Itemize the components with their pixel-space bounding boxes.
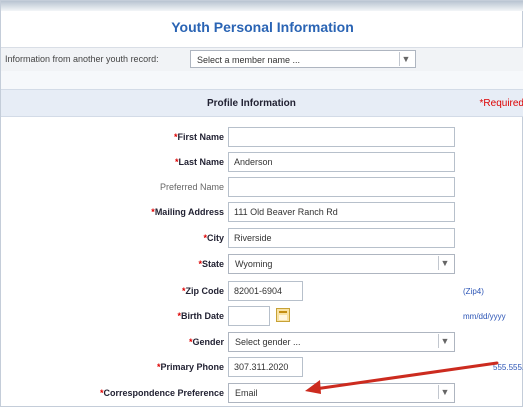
last-name-label: *Last Name bbox=[174, 157, 224, 167]
city-input[interactable]: Riverside bbox=[228, 228, 455, 248]
last-name-input[interactable]: Anderson bbox=[228, 152, 455, 172]
calendar-icon[interactable] bbox=[276, 308, 290, 322]
mailing-address-label: *Mailing Address bbox=[151, 207, 224, 217]
state-select[interactable]: Wyoming ▼ bbox=[228, 254, 455, 274]
correspondence-select-value: Email bbox=[235, 388, 258, 398]
page-title: Youth Personal Information bbox=[171, 19, 354, 35]
preferred-name-row: Preferred Name bbox=[1, 177, 523, 197]
state-label: *State bbox=[198, 259, 224, 269]
member-select-value: Select a member name ... bbox=[197, 55, 301, 65]
first-name-input[interactable] bbox=[228, 127, 455, 147]
required-note-label: Required bbox=[483, 98, 523, 109]
zip4-link[interactable]: (Zip4) bbox=[463, 287, 484, 296]
chevron-down-icon: ▼ bbox=[438, 334, 451, 348]
member-select[interactable]: Select a member name ... ▼ bbox=[190, 50, 416, 68]
gender-row: *Gender Select gender ... ▼ bbox=[1, 332, 523, 352]
correspondence-label: *Correspondence Preference bbox=[99, 388, 224, 398]
last-name-row: *Last Name Anderson bbox=[1, 152, 523, 172]
chevron-down-icon: ▼ bbox=[438, 256, 451, 270]
preferred-name-input[interactable] bbox=[228, 177, 455, 197]
mailing-address-input[interactable]: 111 Old Beaver Ranch Rd bbox=[228, 202, 455, 222]
city-row: *City Riverside bbox=[1, 228, 523, 248]
top-shadow bbox=[1, 1, 523, 11]
gender-label: *Gender bbox=[188, 337, 224, 347]
gender-select[interactable]: Select gender ... ▼ bbox=[228, 332, 455, 352]
first-name-label: *First Name bbox=[173, 132, 224, 142]
chevron-down-icon: ▼ bbox=[399, 52, 412, 66]
state-select-value: Wyoming bbox=[235, 259, 273, 269]
birth-date-format: mm/dd/yyyy bbox=[463, 312, 506, 321]
section-header: Profile Information *Required bbox=[1, 89, 523, 117]
gender-select-value: Select gender ... bbox=[235, 337, 301, 347]
required-note: *Required bbox=[480, 98, 523, 109]
red-annotation-arrow bbox=[305, 361, 499, 394]
arrow-head bbox=[305, 380, 321, 394]
zip-row: *Zip Code 82001-6904 (Zip4) bbox=[1, 281, 523, 301]
section-title: Profile Information bbox=[207, 98, 296, 109]
form-window: Youth Personal Information Information f… bbox=[0, 0, 523, 407]
birth-date-input[interactable] bbox=[228, 306, 270, 326]
zip-input[interactable]: 82001-6904 bbox=[228, 281, 303, 301]
city-label: *City bbox=[203, 233, 224, 243]
state-row: *State Wyoming ▼ bbox=[1, 254, 523, 274]
zip-label: *Zip Code bbox=[181, 286, 224, 296]
import-row: Information from another youth record: S… bbox=[1, 47, 523, 73]
import-label: Information from another youth record: bbox=[5, 54, 159, 64]
primary-phone-label: *Primary Phone bbox=[156, 362, 224, 372]
mailing-address-row: *Mailing Address 111 Old Beaver Ranch Rd bbox=[1, 202, 523, 222]
first-name-row: *First Name bbox=[1, 127, 523, 147]
birth-date-row: *Birth Date mm/dd/yyyy bbox=[1, 306, 523, 326]
preferred-name-label: Preferred Name bbox=[159, 182, 224, 192]
birth-date-label: *Birth Date bbox=[177, 311, 224, 321]
arrow-line bbox=[313, 361, 499, 391]
